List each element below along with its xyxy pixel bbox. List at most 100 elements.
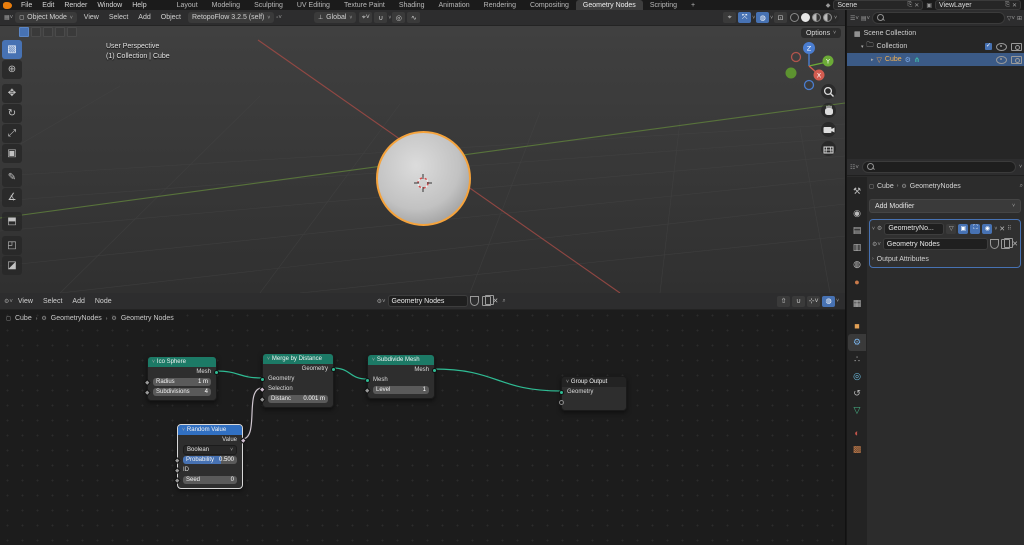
ID-socket[interactable]: [174, 467, 180, 473]
add-cube-tool[interactable]: ⬒: [2, 212, 22, 231]
parent-node-tree-button[interactable]: ⇧: [777, 296, 790, 307]
node-menu-add[interactable]: Add: [67, 298, 89, 305]
node-row-boolean[interactable]: Boolean˅: [178, 445, 242, 455]
collapse-icon[interactable]: ˅: [267, 356, 270, 362]
outliner-row-scene-collection[interactable]: ▦Scene Collection: [847, 27, 1024, 40]
camera-icon[interactable]: [1011, 43, 1022, 51]
properties-tab-collection[interactable]: ▦: [848, 295, 866, 312]
node-row-probability[interactable]: Probability0.500: [178, 455, 242, 465]
shading-material-icon[interactable]: [812, 13, 821, 22]
node-tree-icon[interactable]: ⚙˅: [377, 298, 386, 305]
menu-window[interactable]: Window: [92, 2, 127, 9]
workspace-tab-shading[interactable]: Shading: [392, 0, 432, 10]
transform-tool[interactable]: ▣: [2, 144, 22, 163]
viewport-menu-view[interactable]: View: [79, 14, 104, 21]
editor-type-icon[interactable]: ☰˅: [850, 15, 859, 22]
collapse-icon[interactable]: ˅: [566, 379, 569, 385]
Mesh-socket[interactable]: [432, 368, 437, 373]
overlays-toggle-button[interactable]: ⤧: [738, 12, 751, 23]
blender-logo-icon[interactable]: [3, 2, 12, 9]
pan-icon[interactable]: [821, 103, 836, 118]
xray-toggle-button[interactable]: ◍: [756, 12, 769, 23]
properties-tab-scene[interactable]: ◍: [848, 256, 866, 273]
properties-tab-object[interactable]: ■: [848, 317, 866, 334]
collection-toggle-1[interactable]: [19, 27, 29, 37]
disclosure-icon[interactable]: ▾: [861, 44, 864, 50]
outliner-row-cube[interactable]: ▸▽Cube⚙⋔: [847, 53, 1024, 66]
Radius-socket[interactable]: [144, 379, 150, 385]
new-collection-icon[interactable]: ⊞: [1017, 15, 1022, 22]
Geometry-socket[interactable]: [260, 377, 265, 382]
properties-tab-view-layer[interactable]: ▥: [848, 239, 866, 256]
node-breadcrumb-item[interactable]: GeometryNodes: [51, 315, 102, 322]
copy-icon[interactable]: [482, 296, 491, 306]
render-toggle[interactable]: ◉: [982, 224, 992, 234]
outliner-search-input[interactable]: [872, 12, 1005, 24]
node-merge-by-distance[interactable]: ˅Merge by DistanceGeometryGeometrySelect…: [262, 353, 334, 408]
rotate-tool[interactable]: ↻: [2, 104, 22, 123]
node-group-output[interactable]: ˅Group OutputGeometry: [561, 376, 627, 411]
collection-toggle-2[interactable]: [31, 27, 41, 37]
menu-render[interactable]: Render: [59, 2, 92, 9]
Value-socket[interactable]: [240, 437, 246, 443]
view-layer-selector[interactable]: ViewLayer ⎘ ✕: [935, 0, 1021, 10]
mode-selector[interactable]: ◻ Object Mode ˅: [15, 12, 77, 23]
output-attributes-section[interactable]: › Output Attributes: [872, 253, 1018, 265]
menu-help[interactable]: Help: [127, 2, 151, 9]
shading-rendered-icon[interactable]: [823, 13, 832, 22]
collapse-icon[interactable]: ˅: [372, 357, 375, 363]
properties-search-input[interactable]: [862, 161, 1016, 173]
zoom-icon[interactable]: [821, 84, 836, 99]
realtime-toggle[interactable]: ⛶: [970, 224, 980, 234]
collection-toggle-5[interactable]: [67, 27, 77, 37]
measure-tool[interactable]: ∡: [2, 188, 22, 207]
properties-tab-constraints[interactable]: ↺: [848, 385, 866, 402]
Subdivisions-socket[interactable]: [144, 389, 150, 395]
workspace-tab--[interactable]: +: [684, 0, 702, 10]
extra-tool-1-tool[interactable]: ◰: [2, 236, 22, 255]
properties-tab-particles[interactable]: ∴: [848, 351, 866, 368]
workspace-tab-animation[interactable]: Animation: [432, 0, 477, 10]
options-button[interactable]: Options˅: [801, 28, 841, 38]
workspace-tab-texture-paint[interactable]: Texture Paint: [337, 0, 392, 10]
properties-tab-physics[interactable]: ◎: [848, 368, 866, 385]
delete-view-layer-icon[interactable]: ✕: [1012, 2, 1017, 9]
gizmo-toggle-button[interactable]: ⌖: [723, 12, 736, 23]
Geometry-socket[interactable]: [331, 367, 336, 372]
edit-mode-toggle[interactable]: ▣: [958, 224, 968, 234]
editor-type-icon[interactable]: ⚙˅: [4, 298, 13, 305]
pivot-point-button[interactable]: ⌖˅: [359, 12, 372, 23]
node-row-seed[interactable]: Seed0: [178, 475, 242, 485]
node-tree-icon[interactable]: ⚙˅: [872, 241, 881, 248]
collection-toggle-3[interactable]: [43, 27, 53, 37]
node-row-radius[interactable]: Radius1 m: [148, 377, 216, 387]
pin-icon[interactable]: ⌕: [502, 298, 505, 305]
scale-tool[interactable]: ⤢: [2, 124, 22, 143]
modifier-onion-icon[interactable]: ▽: [946, 224, 956, 234]
proportional-editing-button[interactable]: ◎: [392, 12, 405, 23]
workspace-tab-scripting[interactable]: Scripting: [643, 0, 684, 10]
outliner-row-collection[interactable]: ▾🗀Collection✓: [847, 40, 1024, 53]
addon-extra-icon[interactable]: ▫˅: [276, 15, 282, 21]
new-view-layer-icon[interactable]: ⎘: [1005, 2, 1010, 9]
snap-magnet-button[interactable]: ∪: [792, 296, 805, 307]
breadcrumb-object[interactable]: Cube: [877, 183, 894, 190]
snap-target-button[interactable]: ⊹˅: [807, 296, 820, 307]
viewport-menu-object[interactable]: Object: [156, 14, 186, 21]
properties-tab-object-data[interactable]: ▽: [848, 402, 866, 419]
extra-tool-2-tool[interactable]: ◪: [2, 256, 22, 275]
properties-tab-tool[interactable]: ⚒: [848, 183, 866, 200]
overlays-toggle-button[interactable]: ◍: [822, 296, 835, 307]
node-menu-select[interactable]: Select: [38, 298, 67, 305]
toggle-ortho-icon[interactable]: [821, 141, 836, 156]
properties-tab-world[interactable]: ●: [848, 273, 866, 290]
filter-icon[interactable]: ▽˅: [1007, 15, 1015, 22]
menu-file[interactable]: File: [16, 2, 37, 9]
node-subdivide-mesh[interactable]: ˅Subdivide MeshMeshMeshLevel1: [367, 354, 435, 399]
node-menu-view[interactable]: View: [13, 298, 38, 305]
viewport-menu-add[interactable]: Add: [133, 14, 155, 21]
checkbox-icon[interactable]: ✓: [985, 43, 992, 50]
geometry-node-editor[interactable]: ˅Ico SphereMeshRadius1 mSubdivisions4˅Me…: [0, 293, 845, 545]
node-random-value[interactable]: ˅Random ValueValueBoolean˅Probability0.5…: [177, 424, 243, 489]
workspace-tab-geometry-nodes[interactable]: Geometry Nodes: [576, 0, 643, 10]
